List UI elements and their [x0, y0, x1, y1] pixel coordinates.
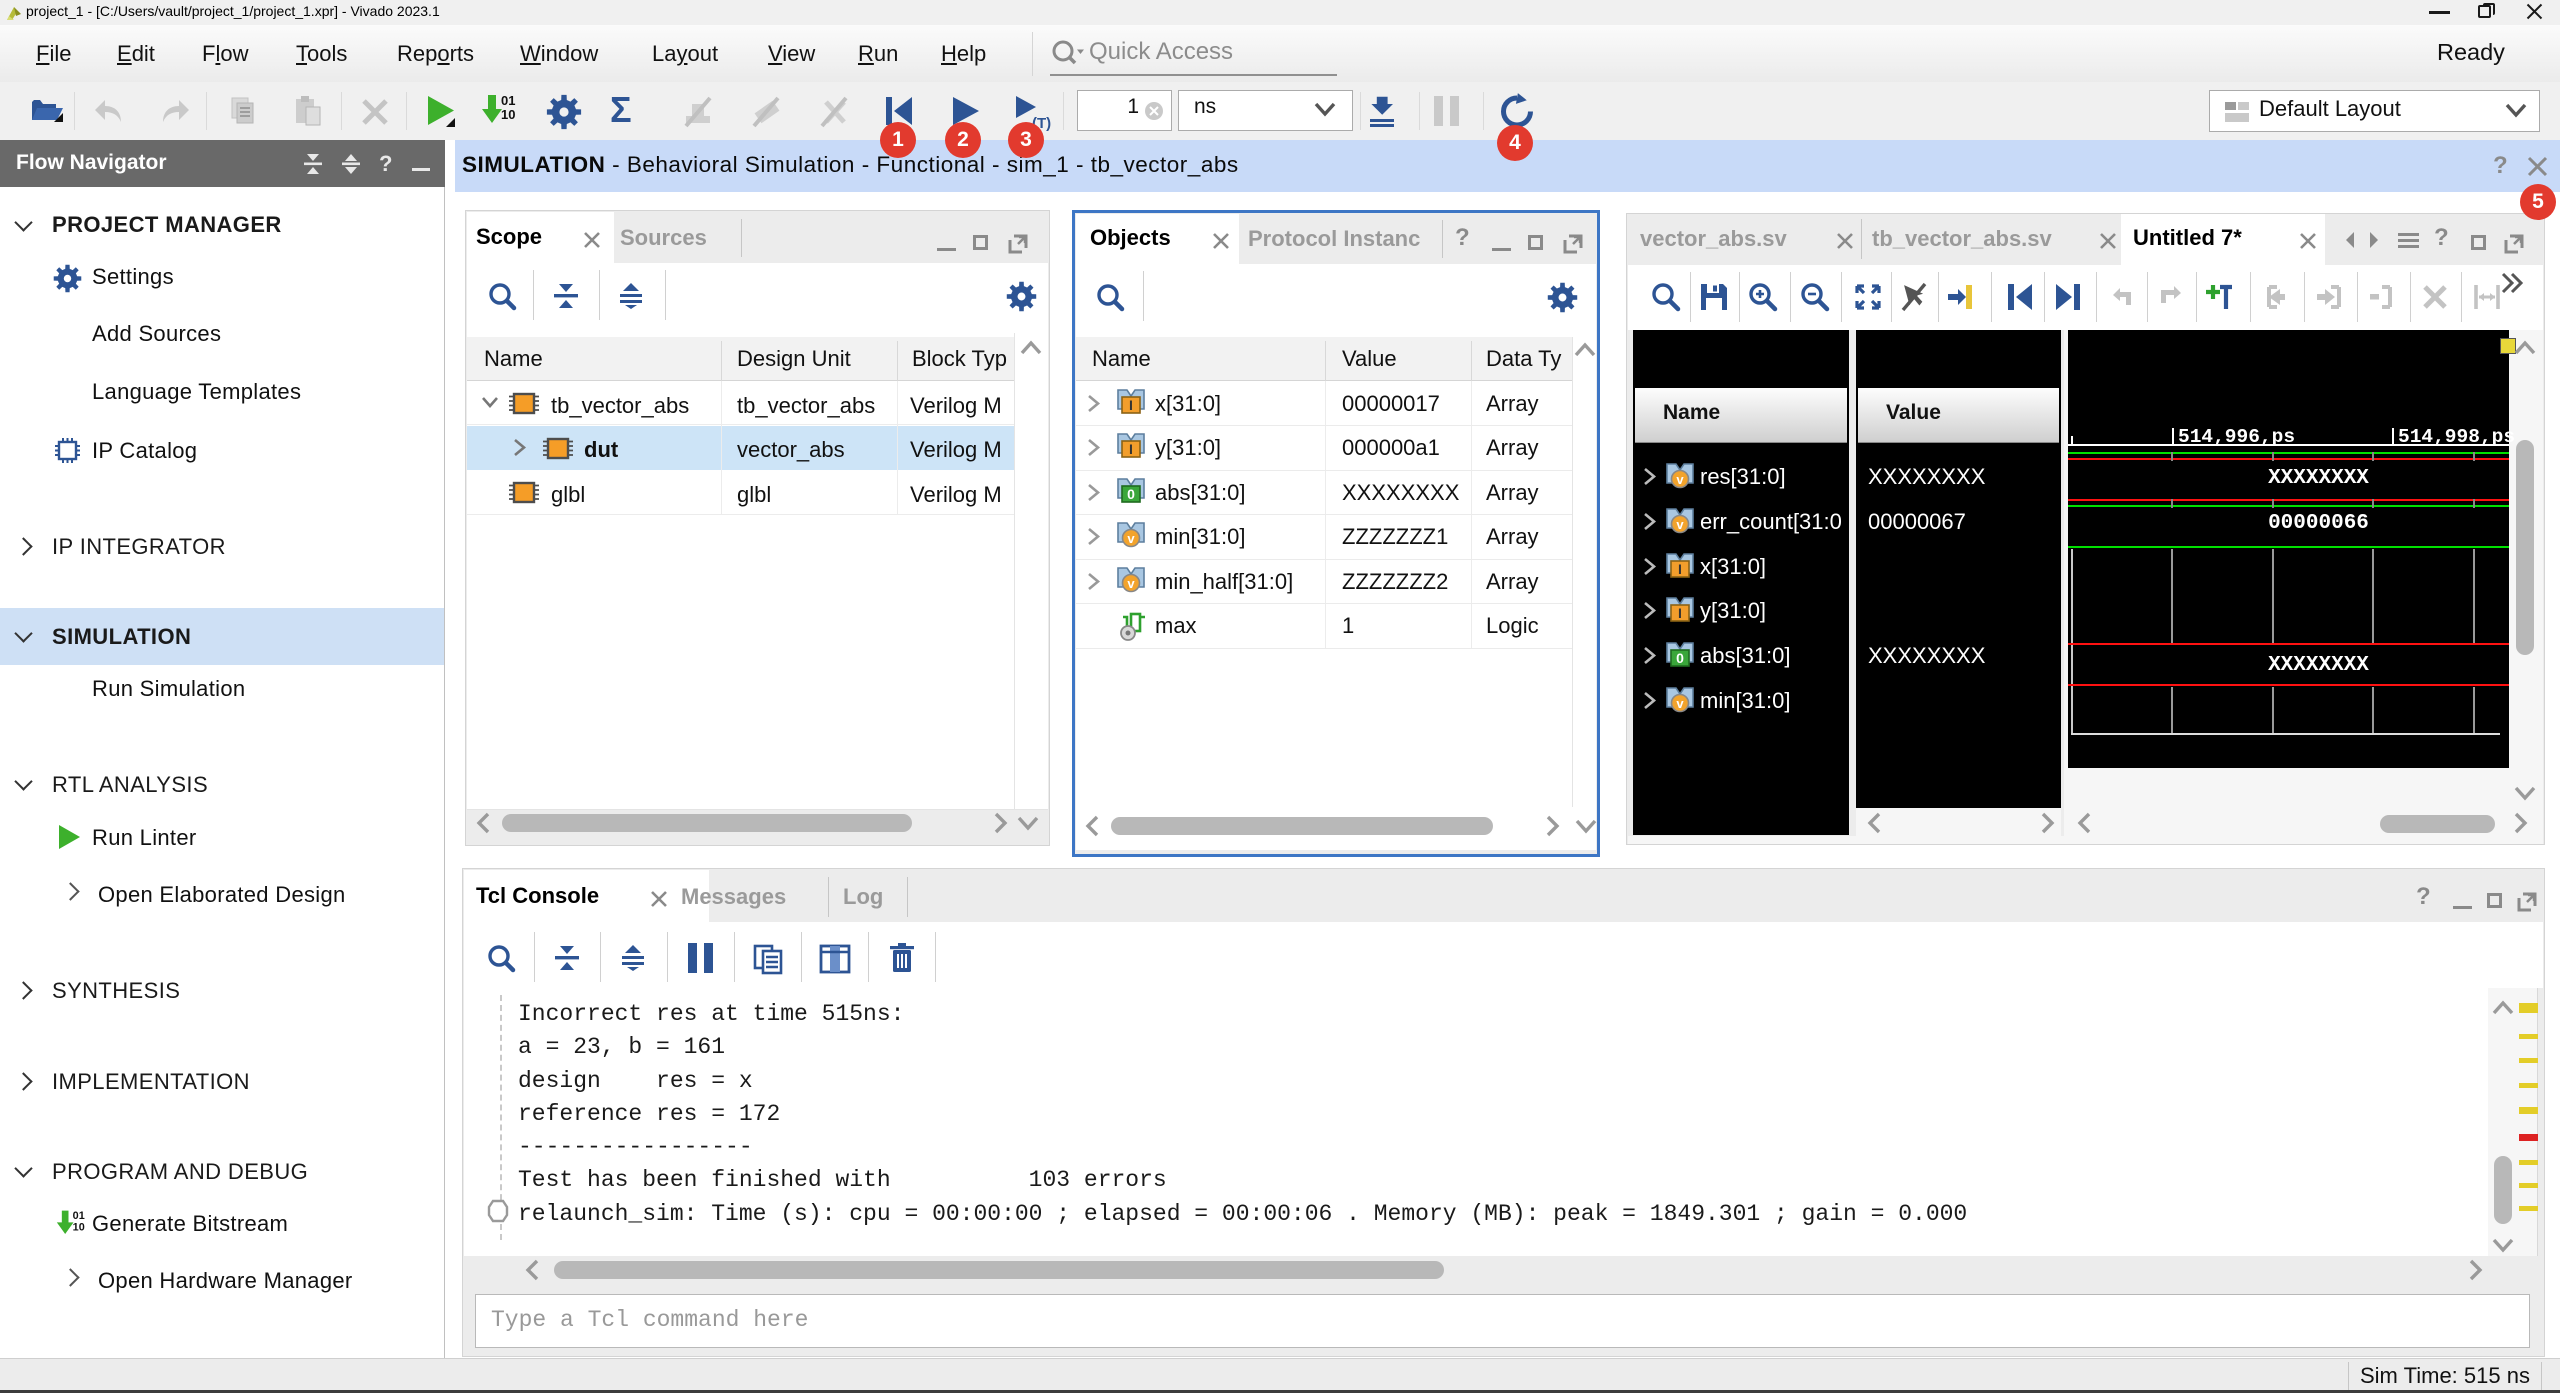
svg-text:10: 10: [73, 1222, 85, 1234]
svg-text:01: 01: [501, 93, 515, 108]
svg-text:01: 01: [73, 1210, 85, 1222]
svg-text:10: 10: [501, 107, 515, 122]
